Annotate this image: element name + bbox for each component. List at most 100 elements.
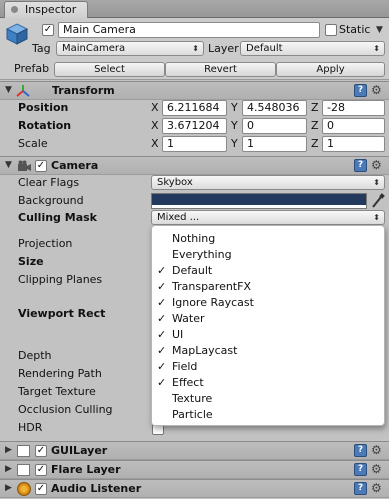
check-icon: ✓ bbox=[157, 328, 167, 341]
guilayer-icon bbox=[17, 445, 30, 457]
culling-menu-item-label: Water bbox=[172, 312, 205, 325]
culling-menu-item[interactable]: ✓ Ignore Raycast bbox=[152, 295, 384, 311]
settings-gear-icon[interactable]: ⚙ bbox=[371, 463, 382, 475]
check-icon: ✓ bbox=[157, 264, 167, 277]
settings-gear-icon[interactable]: ⚙ bbox=[371, 482, 382, 494]
audio-listener-enabled-checkbox[interactable]: ✓ bbox=[35, 483, 47, 495]
target-texture-label: Target Texture bbox=[18, 385, 96, 398]
culling-menu-item-label: Nothing bbox=[172, 232, 216, 245]
tag-value: MainCamera bbox=[62, 43, 126, 54]
transform-header[interactable]: ▼ Transform ? ⚙ bbox=[0, 81, 389, 100]
help-icon[interactable]: ? bbox=[354, 463, 367, 476]
collapse-icon[interactable]: ▶ bbox=[5, 483, 12, 493]
flare-layer-enabled-checkbox[interactable]: ✓ bbox=[35, 464, 47, 476]
position-x-label: X bbox=[151, 101, 159, 114]
tag-dropdown[interactable]: MainCamera ⬍ bbox=[56, 41, 204, 56]
clear-flags-label: Clear Flags bbox=[18, 176, 80, 189]
dropdown-arrow-icon: ⬍ bbox=[373, 44, 380, 53]
eyedropper-icon[interactable] bbox=[371, 193, 385, 209]
object-name-field[interactable]: Main Camera bbox=[58, 22, 320, 38]
guilayer-header[interactable]: ▶ ✓ GUILayer ? ⚙ bbox=[0, 441, 389, 460]
rotation-y-label: Y bbox=[231, 119, 238, 132]
tab-inspector[interactable]: Inspector bbox=[4, 1, 88, 18]
occlusion-culling-label: Occlusion Culling bbox=[18, 403, 113, 416]
dropdown-arrow-icon: ⬍ bbox=[192, 44, 199, 53]
culling-menu-item[interactable]: ✓ TransparentFX bbox=[152, 279, 384, 295]
settings-gear-icon[interactable]: ⚙ bbox=[371, 84, 382, 96]
culling-menu-item-label: Default bbox=[172, 264, 213, 277]
scale-y-field[interactable]: 1 bbox=[242, 136, 307, 152]
dropdown-arrow-icon: ⬍ bbox=[373, 213, 380, 222]
expand-icon[interactable]: ▼ bbox=[5, 85, 12, 95]
help-icon[interactable]: ? bbox=[354, 482, 367, 495]
layer-dropdown[interactable]: Default ⬍ bbox=[240, 41, 385, 56]
scale-x-label: X bbox=[151, 137, 159, 150]
position-x-field[interactable]: 6.211684 bbox=[162, 100, 227, 116]
culling-menu-item[interactable]: ✓ Water bbox=[152, 311, 384, 327]
culling-menu-item-label: TransparentFX bbox=[172, 280, 251, 293]
scale-label: Scale bbox=[18, 137, 48, 150]
collapse-icon[interactable]: ▶ bbox=[5, 445, 12, 455]
culling-menu-item[interactable]: ✓ Field bbox=[152, 359, 384, 375]
culling-menu-item[interactable]: ✓ UI bbox=[152, 327, 384, 343]
layer-value: Default bbox=[246, 43, 283, 54]
culling-mask-value: Mixed ... bbox=[157, 212, 200, 223]
help-icon[interactable]: ? bbox=[354, 444, 367, 457]
culling-menu-item[interactable]: ✓ Default bbox=[152, 263, 384, 279]
rotation-z-field[interactable]: 0 bbox=[322, 118, 385, 134]
position-y-label: Y bbox=[231, 101, 238, 114]
culling-menu-item[interactable]: ✓ MapLaycast bbox=[152, 343, 384, 359]
culling-menu-item[interactable]: Everything bbox=[152, 247, 384, 263]
culling-menu-item[interactable]: Nothing bbox=[152, 231, 384, 247]
background-color-swatch[interactable] bbox=[151, 193, 367, 209]
projection-label: Projection bbox=[18, 237, 73, 250]
settings-gear-icon[interactable]: ⚙ bbox=[371, 159, 382, 171]
active-checkbox[interactable]: ✓ bbox=[42, 24, 54, 36]
culling-menu-item-label: Effect bbox=[172, 376, 204, 389]
check-icon: ✓ bbox=[157, 280, 167, 293]
transform-icon bbox=[16, 84, 30, 98]
expand-icon[interactable]: ▼ bbox=[5, 160, 12, 170]
culling-menu-item[interactable]: Texture bbox=[152, 391, 384, 407]
culling-menu-item[interactable]: Particle bbox=[152, 407, 384, 423]
rotation-x-field[interactable]: 3.671204 bbox=[162, 118, 227, 134]
tag-label: Tag bbox=[32, 42, 51, 55]
flare-layer-icon bbox=[17, 464, 30, 476]
rotation-z-label: Z bbox=[311, 119, 319, 132]
prefab-label: Prefab bbox=[14, 62, 50, 75]
culling-mask-label: Culling Mask bbox=[18, 211, 97, 224]
tab-label: Inspector bbox=[25, 3, 77, 16]
static-dropdown-icon[interactable]: ▼ bbox=[376, 25, 383, 35]
culling-menu-item[interactable]: ✓ Effect bbox=[152, 375, 384, 391]
check-icon: ✓ bbox=[157, 312, 167, 325]
scale-z-field[interactable]: 1 bbox=[322, 136, 385, 152]
alpha-bar bbox=[152, 205, 366, 208]
static-label: Static bbox=[339, 23, 371, 36]
camera-header[interactable]: ▼ ✓ Camera ? ⚙ bbox=[0, 156, 389, 175]
static-checkbox[interactable] bbox=[325, 24, 337, 36]
audio-listener-header[interactable]: ▶ ✓ Audio Listener ? ⚙ bbox=[0, 479, 389, 498]
guilayer-enabled-checkbox[interactable]: ✓ bbox=[35, 445, 47, 457]
position-z-field[interactable]: -28 bbox=[322, 100, 385, 116]
flare-layer-header[interactable]: ▶ ✓ Flare Layer ? ⚙ bbox=[0, 460, 389, 479]
collapse-icon[interactable]: ▶ bbox=[5, 464, 12, 474]
prefab-revert-button[interactable]: Revert bbox=[165, 62, 276, 77]
settings-gear-icon[interactable]: ⚙ bbox=[371, 444, 382, 456]
viewport-rect-label: Viewport Rect bbox=[18, 307, 106, 320]
culling-menu-item-label: Field bbox=[172, 360, 198, 373]
position-label: Position bbox=[18, 101, 69, 114]
culling-mask-dropdown[interactable]: Mixed ... ⬍ bbox=[151, 210, 385, 225]
scale-x-field[interactable]: 1 bbox=[162, 136, 227, 152]
guilayer-title: GUILayer bbox=[51, 444, 108, 457]
prefab-apply-button[interactable]: Apply bbox=[276, 62, 385, 77]
cube-icon bbox=[5, 22, 29, 46]
help-icon[interactable]: ? bbox=[354, 84, 367, 97]
dropdown-arrow-icon: ⬍ bbox=[373, 178, 380, 187]
help-icon[interactable]: ? bbox=[354, 159, 367, 172]
rotation-y-field[interactable]: 0 bbox=[242, 118, 307, 134]
prefab-select-button[interactable]: Select bbox=[54, 62, 165, 77]
clear-flags-dropdown[interactable]: Skybox ⬍ bbox=[151, 175, 385, 190]
transform-title: Transform bbox=[52, 84, 115, 97]
camera-enabled-checkbox[interactable]: ✓ bbox=[35, 160, 47, 172]
position-y-field[interactable]: 4.548036 bbox=[242, 100, 307, 116]
